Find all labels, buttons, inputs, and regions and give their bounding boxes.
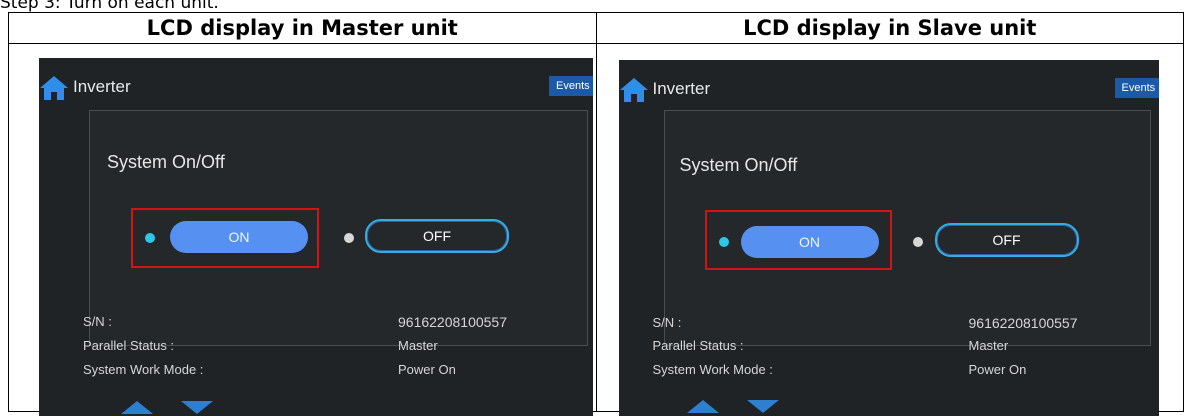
on-button[interactable]: ON: [740, 226, 879, 258]
slave-cell: Inverter Events System On/Off ON OFF S/N…: [595, 43, 1184, 416]
table-body-row: Inverter Events System On/Off ON OFF S/N…: [8, 43, 1184, 416]
work-mode-label: System Work Mode :: [652, 362, 773, 377]
slave-lcd-screen: Inverter Events System On/Off ON OFF S/N…: [618, 60, 1159, 416]
system-on-off-label: System On/Off: [107, 152, 225, 172]
home-icon[interactable]: [619, 77, 649, 103]
on-radio-indicator[interactable]: [718, 237, 729, 247]
table-header-row: LCD display in Master unit LCD display i…: [8, 12, 1184, 44]
parallel-status-value: Master: [968, 338, 1009, 353]
comparison-table: LCD display in Master unit LCD display i…: [8, 12, 1184, 416]
slave-column-header: LCD display in Slave unit: [595, 12, 1184, 44]
events-button[interactable]: Events: [1114, 78, 1159, 98]
off-button[interactable]: OFF: [365, 219, 509, 253]
work-mode-value: Power On: [968, 362, 1027, 377]
sn-value: 96162208100557: [398, 314, 508, 330]
parallel-status-label: Parallel Status :: [83, 338, 175, 353]
master-cell: Inverter Events System On/Off ON OFF S/N…: [8, 43, 597, 416]
work-mode-value: Power On: [398, 362, 456, 377]
system-on-off-label: System On/Off: [679, 155, 798, 175]
master-lcd-screen: Inverter Events System On/Off ON OFF S/N…: [39, 58, 593, 416]
on-button[interactable]: ON: [170, 221, 308, 253]
home-icon[interactable]: [39, 75, 69, 101]
events-button[interactable]: Events: [549, 76, 593, 96]
up-arrow-icon[interactable]: [686, 400, 719, 413]
on-radio-indicator[interactable]: [145, 233, 155, 243]
master-column-header: LCD display in Master unit: [8, 12, 597, 44]
sn-label: S/N :: [652, 315, 682, 330]
work-mode-label: System Work Mode :: [83, 362, 204, 377]
screen-title: Inverter: [73, 77, 131, 96]
sn-value: 96162208100557: [968, 315, 1078, 331]
parallel-status-value: Master: [398, 338, 438, 353]
off-radio-indicator[interactable]: [912, 237, 923, 247]
off-button[interactable]: OFF: [934, 223, 1079, 257]
off-radio-indicator[interactable]: [344, 233, 354, 243]
sn-label: S/N :: [83, 314, 112, 329]
up-arrow-icon[interactable]: [121, 401, 153, 414]
parallel-status-label: Parallel Status :: [652, 338, 744, 353]
screen-title: Inverter: [652, 79, 711, 98]
down-arrow-icon[interactable]: [746, 400, 779, 413]
down-arrow-icon[interactable]: [181, 401, 213, 414]
